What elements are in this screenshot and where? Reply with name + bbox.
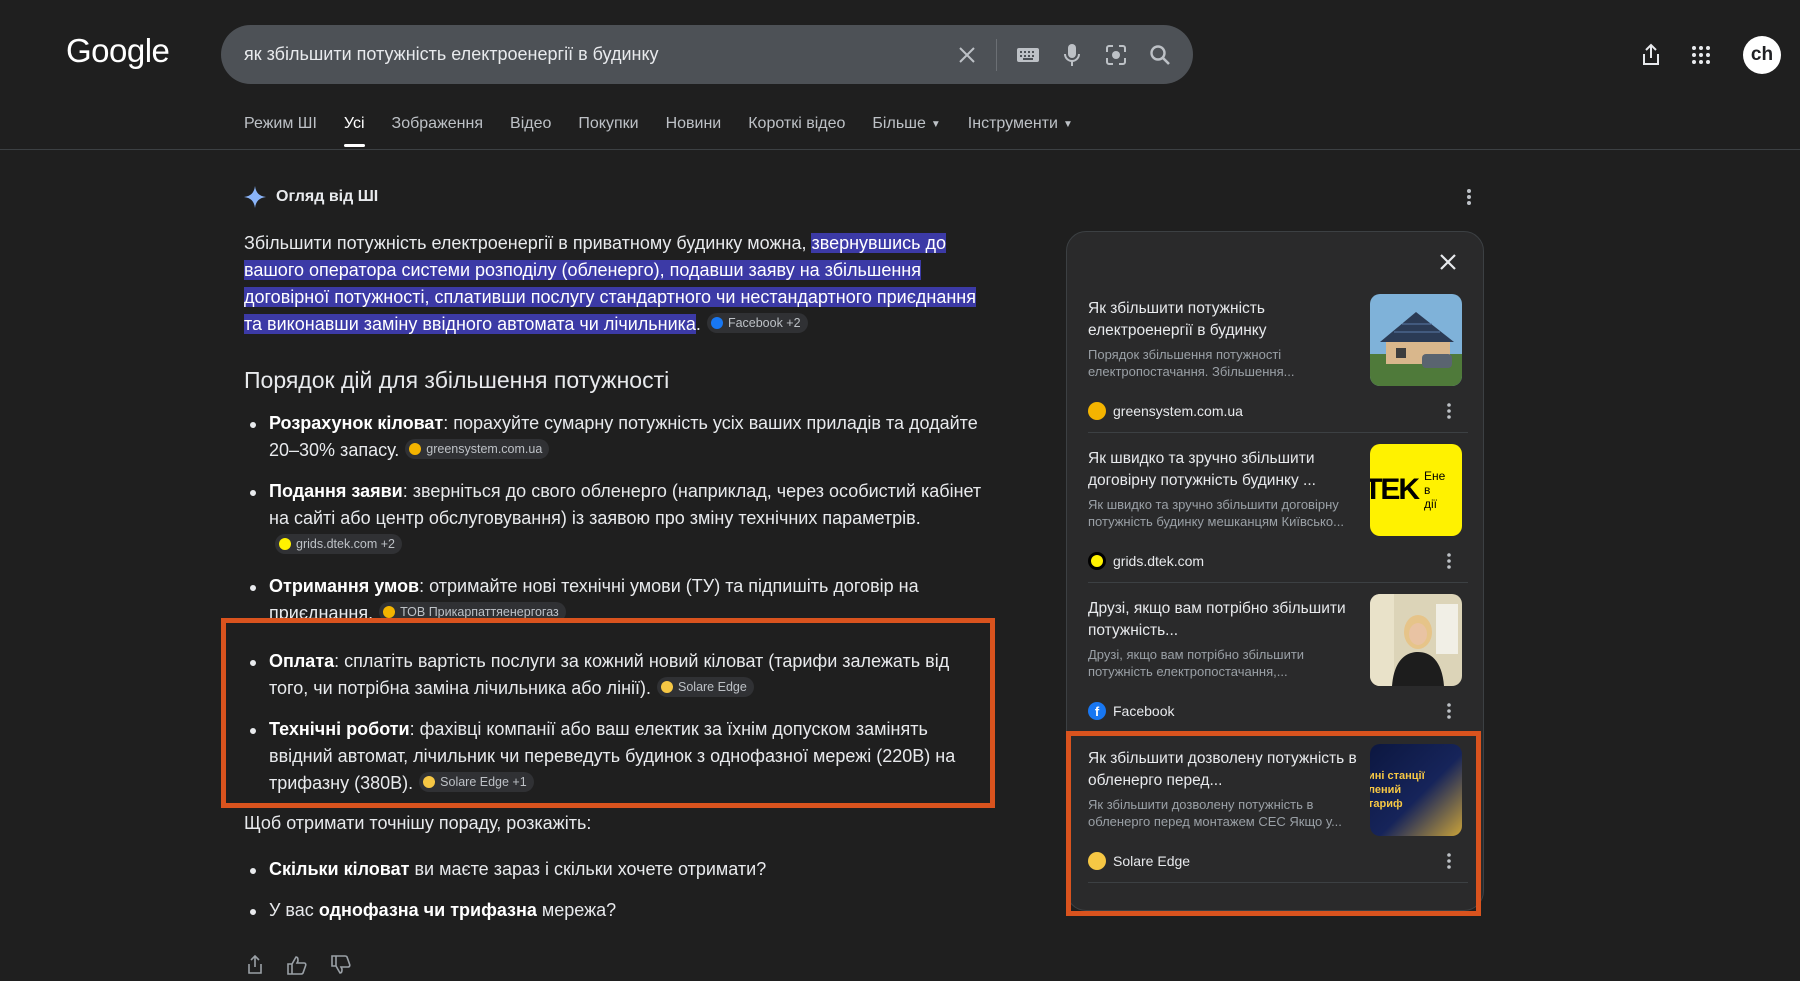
share-icon[interactable] [1639, 43, 1663, 67]
questions-list: Скільки кіловат ви маєте зараз і скільки… [244, 856, 984, 938]
thumbs-down-icon[interactable] [330, 955, 352, 980]
intro-text: Збільшити потужність електроенергії в пр… [244, 233, 812, 253]
ai-overview-header: Огляд від ШІ [244, 186, 378, 208]
list-item: Розрахунок кіловат: порахуйте сумарну по… [244, 410, 984, 464]
source-snippet: Друзі, якщо вам потрібно збільшити потуж… [1088, 647, 1305, 679]
source-card[interactable]: Як збільшити потужність електроенергії в… [1088, 294, 1468, 438]
close-icon[interactable] [1436, 250, 1460, 274]
facebook-icon: f [1088, 702, 1106, 720]
search-bar[interactable]: як збільшити потужність електроенергії в… [221, 25, 1193, 84]
search-icon[interactable] [1147, 42, 1173, 68]
list-item: Скільки кіловат ви маєте зараз і скільки… [244, 856, 984, 883]
chip-label: Facebook +2 [727, 316, 801, 331]
tab-more-label: Більше [872, 115, 926, 132]
keyboard-icon[interactable] [1015, 42, 1041, 68]
list-item: У вас однофазна чи трифазна мережа? [244, 897, 984, 924]
tab-shopping[interactable]: Покупки [578, 115, 638, 147]
chip-label: grids.dtek.com +2 [296, 537, 396, 552]
more-options-icon[interactable] [1446, 702, 1452, 725]
annotation-box-right [1066, 731, 1481, 916]
source-snippet: Порядок збільшення потужності електропос… [1088, 347, 1295, 379]
source-site[interactable]: f Facebook [1088, 702, 1174, 720]
list-item: Технічні роботи: фахівці компанії або ва… [244, 716, 979, 797]
tab-all[interactable]: Усі [343, 115, 365, 147]
tab-images[interactable]: Зображення [392, 115, 483, 147]
source-chip[interactable]: Solare Edge +1 [419, 772, 534, 793]
greensystem-icon [1088, 402, 1106, 420]
site-name: greensystem.com.ua [1113, 403, 1243, 419]
follow-up-prompt: Щоб отримати точнішу пораду, розкажіть: [244, 813, 592, 833]
apps-icon[interactable] [1689, 43, 1713, 67]
caret-down-icon: ▼ [1062, 119, 1073, 130]
close-icon[interactable] [954, 42, 980, 68]
list-item: Подання заяви: зверніться до свого облен… [244, 478, 984, 559]
more-options-icon[interactable] [1446, 402, 1452, 425]
dtek-icon [1088, 552, 1106, 570]
intro-end: . [695, 314, 701, 334]
google-logo[interactable]: Google [66, 32, 170, 70]
source-chip[interactable]: greensystem.com.ua [405, 439, 550, 460]
solare-edge-icon [661, 681, 673, 694]
source-card[interactable]: Як швидко та зручно збільшити договірну … [1088, 444, 1468, 588]
source-chip[interactable]: grids.dtek.com +2 [275, 534, 403, 555]
tab-short-videos[interactable]: Короткі відео [748, 115, 845, 147]
feedback-bar [246, 954, 374, 980]
more-options-icon[interactable] [1446, 552, 1452, 575]
ai-intro-paragraph: Збільшити потужність електроенергії в пр… [244, 230, 984, 338]
steps-list-upper: Розрахунок кіловат: порахуйте сумарну по… [244, 410, 984, 620]
steps-heading: Порядок дій для збільшення потужності [244, 367, 670, 393]
chip-label: Solare Edge [678, 680, 747, 695]
tab-news[interactable]: Новини [666, 115, 722, 147]
source-title[interactable]: Друзі, якщо вам потрібно збільшити потуж… [1088, 598, 1358, 642]
mic-icon[interactable] [1059, 42, 1085, 68]
source-title[interactable]: Як швидко та зручно збільшити договірну … [1088, 448, 1358, 492]
ai-overview-title: Огляд від ШІ [276, 188, 379, 205]
search-tabs: Режим ШІ Усі Зображення Відео Покупки Но… [244, 115, 1100, 147]
gemini-sparkle-icon [244, 186, 266, 208]
list-item: Отримання умов: отримайте нові технічні … [244, 573, 984, 620]
source-site[interactable]: greensystem.com.ua [1088, 402, 1243, 420]
tabs-divider [0, 149, 1800, 150]
lens-icon[interactable] [1103, 42, 1129, 68]
tab-tools[interactable]: Інструменти ▼ [968, 115, 1073, 147]
thumb-logo-text: ТEK [1370, 473, 1420, 506]
thumbs-up-icon[interactable] [286, 955, 308, 980]
solare-edge-icon [423, 776, 436, 789]
tab-ai-mode[interactable]: Режим ШІ [244, 115, 317, 147]
dtek-icon [279, 538, 291, 551]
thumb-side-text: Енер в дії [1424, 469, 1446, 511]
source-chip[interactable]: Facebook +2 [706, 313, 808, 334]
source-divider [1088, 582, 1468, 583]
source-thumbnail[interactable] [1370, 294, 1462, 386]
tab-more[interactable]: Більше ▼ [872, 115, 940, 147]
source-chip[interactable]: Solare Edge [657, 677, 754, 698]
source-snippet: Як швидко та зручно збільшити договірну … [1088, 497, 1344, 529]
tab-tools-label: Інструменти [967, 115, 1058, 132]
source-title[interactable]: Як збільшити потужність електроенергії в… [1088, 298, 1358, 342]
tab-videos[interactable]: Відео [510, 115, 551, 147]
source-divider [1088, 432, 1468, 433]
source-site[interactable]: grids.dtek.com [1088, 552, 1204, 570]
search-divider [996, 38, 997, 71]
annotation-box-left: Оплата: сплатіть вартість послуги за кож… [221, 618, 995, 808]
chip-label: Solare Edge +1 [440, 775, 527, 790]
more-options-icon[interactable] [1466, 188, 1472, 211]
list-item: Оплата: сплатіть вартість послуги за кож… [244, 648, 979, 702]
greensystem-icon [409, 443, 422, 456]
share-icon[interactable] [246, 954, 264, 980]
source-card[interactable]: Друзі, якщо вам потрібно збільшити потуж… [1088, 594, 1468, 738]
avatar[interactable]: ch [1743, 36, 1781, 74]
source-thumbnail[interactable] [1370, 594, 1462, 686]
source-thumbnail[interactable]: ТEK Енер в дії [1370, 444, 1462, 536]
site-name: Facebook [1113, 703, 1175, 719]
site-icon [383, 606, 396, 619]
chip-label: greensystem.com.ua [426, 442, 543, 457]
facebook-icon [710, 317, 723, 330]
search-input[interactable]: як збільшити потужність електроенергії в… [244, 44, 936, 65]
site-name: grids.dtek.com [1113, 553, 1205, 569]
caret-down-icon: ▼ [930, 119, 941, 130]
